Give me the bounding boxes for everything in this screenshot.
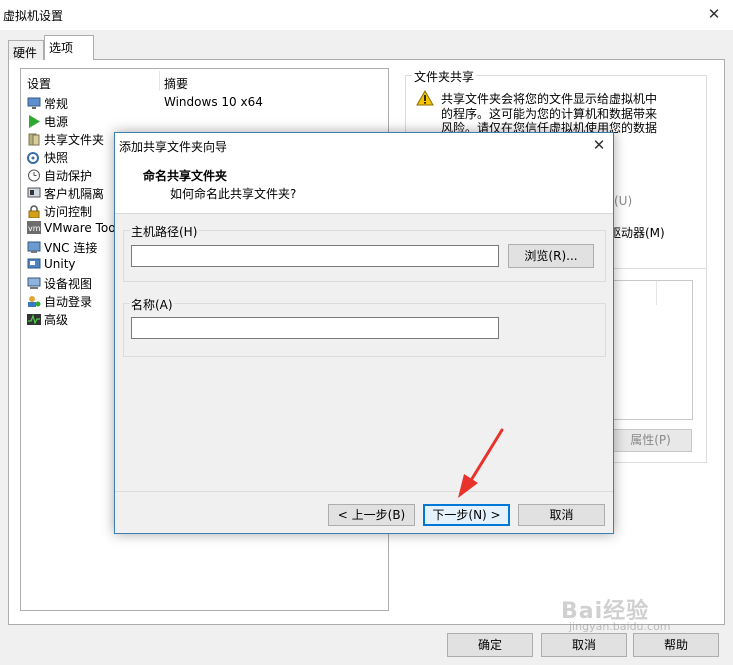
close-icon[interactable]: ✕ — [704, 4, 724, 24]
svg-text:vm: vm — [28, 224, 41, 233]
settings-item-label: 共享文件夹 — [44, 133, 105, 147]
settings-item-unity[interactable]: Unity — [27, 257, 76, 275]
window-titlebar: 虚拟机设置 ✕ — [0, 0, 733, 30]
properties-button[interactable]: 属性(P) — [609, 429, 692, 452]
vnc-icon — [27, 241, 41, 254]
column-divider — [159, 71, 160, 91]
settings-item-label: Unity — [44, 257, 76, 271]
column-divider — [656, 281, 657, 305]
settings-item-label: VMware Too — [44, 221, 116, 235]
back-button[interactable]: < 上一步(B) — [328, 504, 415, 526]
browse-button[interactable]: 浏览(R)... — [508, 244, 594, 268]
map-network-drive-checkbox-label[interactable]: 驱动器(M) — [609, 224, 665, 241]
settings-item-label: 客户机隔离 — [44, 187, 105, 201]
auto-login-icon — [27, 295, 41, 308]
isolation-icon — [27, 187, 41, 200]
settings-item-access-control[interactable]: 访问控制 — [27, 203, 92, 221]
settings-item-label: VNC 连接 — [44, 241, 98, 255]
clock-icon — [27, 169, 41, 182]
next-button[interactable]: 下一步(N) > — [423, 504, 510, 526]
settings-item-autoprotect[interactable]: 自动保护 — [27, 167, 92, 185]
power-play-icon — [27, 115, 41, 128]
settings-item-label: 设备视图 — [44, 277, 93, 291]
always-enabled-radio-label[interactable]: (U) — [614, 194, 632, 208]
cancel-button[interactable]: 取消 — [541, 633, 627, 657]
dialog-separator — [115, 491, 613, 492]
host-path-label: 主机路径(H) — [130, 223, 199, 240]
dialog-heading: 命名共享文件夹 — [143, 169, 228, 183]
dialog-cancel-button[interactable]: 取消 — [518, 504, 605, 526]
settings-item-label: 自动保护 — [44, 169, 93, 183]
lock-icon — [27, 205, 41, 219]
dialog-header: 命名共享文件夹 如何命名此共享文件夹? — [115, 157, 613, 214]
shared-folder-icon — [27, 133, 41, 146]
advanced-icon — [27, 313, 41, 326]
name-input[interactable] — [131, 317, 499, 339]
dialog-titlebar: 添加共享文件夹向导 ✕ — [115, 133, 613, 157]
tab-options[interactable]: 选项 — [44, 35, 94, 60]
settings-item-label: 高级 — [44, 313, 69, 327]
settings-item-power[interactable]: 电源 — [27, 113, 68, 131]
settings-item-vmware-tools[interactable]: vm VMware Too — [27, 221, 116, 239]
ok-button[interactable]: 确定 — [447, 633, 533, 657]
settings-item-snapshots[interactable]: 快照 — [27, 149, 68, 167]
tab-hardware[interactable]: 硬件 — [8, 40, 44, 60]
device-view-icon — [27, 277, 41, 290]
settings-item-summary: Windows 10 x64 — [164, 95, 263, 109]
window-title: 虚拟机设置 — [3, 9, 64, 23]
settings-item-advanced[interactable]: 高级 — [27, 311, 68, 329]
column-header-summary[interactable]: 摘要 — [164, 75, 188, 92]
name-label: 名称(A) — [130, 296, 174, 313]
settings-item-label: 常规 — [44, 97, 69, 111]
settings-item-general[interactable]: 常规 Windows 10 x64 — [27, 95, 263, 113]
settings-item-label: 自动登录 — [44, 295, 93, 309]
settings-item-guest-isolation[interactable]: 客户机隔离 — [27, 185, 104, 203]
unity-icon — [27, 257, 41, 270]
red-arrow-annotation — [458, 428, 504, 498]
warning-icon — [416, 89, 434, 109]
monitor-icon — [27, 97, 41, 110]
shared-folders-group-label: 文件夹共享 — [412, 68, 477, 85]
dialog-subheading: 如何命名此共享文件夹? — [170, 187, 297, 201]
settings-item-label: 电源 — [44, 115, 69, 129]
column-header-settings[interactable]: 设置 — [27, 75, 51, 92]
folder-list[interactable] — [609, 280, 693, 420]
settings-item-label: 快照 — [44, 151, 69, 165]
settings-item-label: 访问控制 — [44, 205, 93, 219]
close-icon[interactable]: ✕ — [589, 135, 609, 155]
host-path-input[interactable] — [131, 245, 499, 267]
settings-item-device-view[interactable]: 设备视图 — [27, 275, 92, 293]
help-button[interactable]: 帮助 — [633, 633, 719, 657]
snapshot-icon — [27, 151, 41, 164]
settings-item-vnc[interactable]: VNC 连接 — [27, 239, 97, 257]
settings-item-shared-folders[interactable]: 共享文件夹 — [27, 131, 104, 149]
dialog-title: 添加共享文件夹向导 — [119, 140, 228, 154]
settings-item-autologin[interactable]: 自动登录 — [27, 293, 92, 311]
watermark-url: jingyan.baidu.com — [569, 620, 671, 633]
add-shared-folder-wizard: 添加共享文件夹向导 ✕ 命名共享文件夹 如何命名此共享文件夹? 主机路径(H) … — [114, 132, 614, 534]
vm-logo-icon: vm — [27, 221, 41, 234]
